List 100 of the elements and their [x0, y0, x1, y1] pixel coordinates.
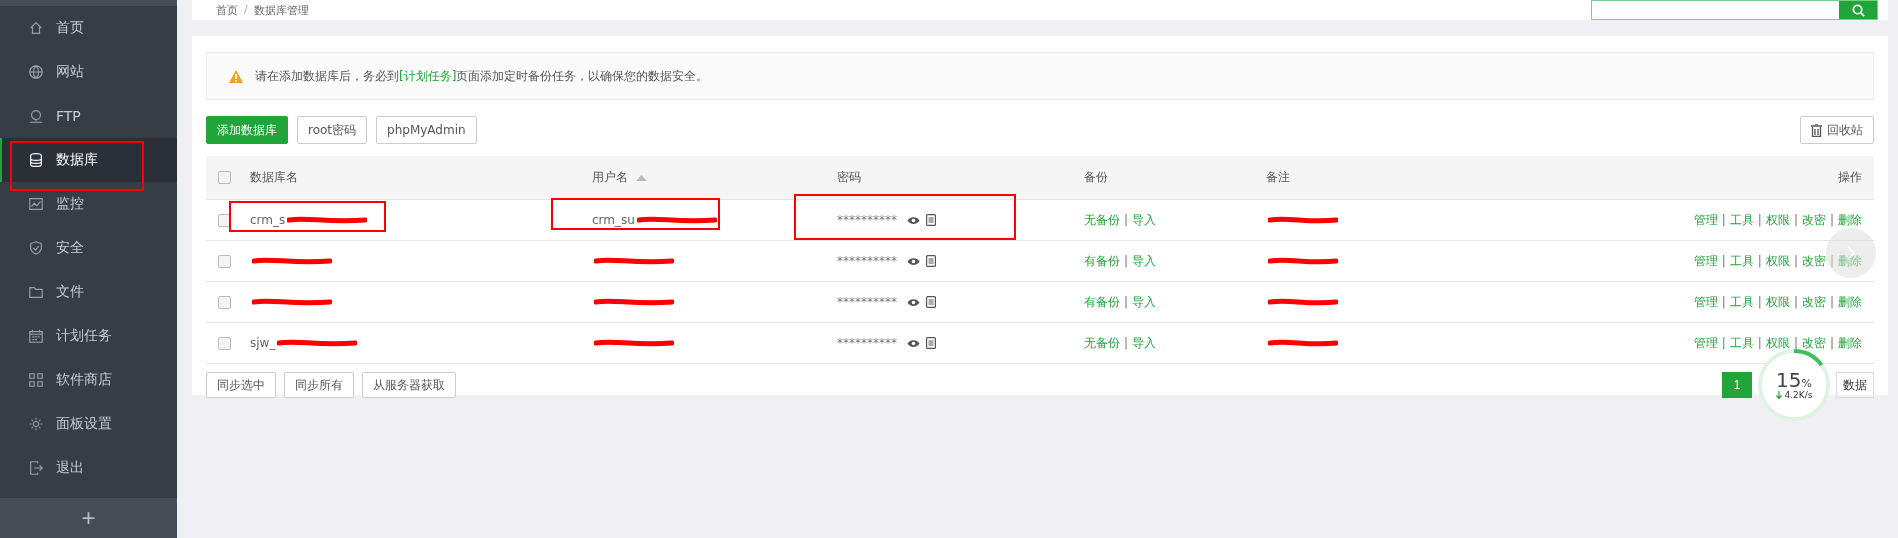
password-text: ********** [837, 254, 897, 268]
action-link[interactable]: 权限 [1765, 334, 1790, 352]
action-link[interactable]: 改密 [1801, 252, 1826, 270]
separator: | [1757, 254, 1762, 268]
search-button[interactable] [1839, 1, 1877, 19]
action-link[interactable]: 改密 [1801, 211, 1826, 229]
checkbox[interactable] [218, 254, 231, 268]
separator: | [1721, 213, 1726, 227]
separator: | [1829, 213, 1834, 227]
separator: | [1793, 336, 1798, 350]
page-button[interactable]: 1 [1722, 372, 1752, 398]
backup-link[interactable]: 有备份 [1084, 252, 1120, 270]
sidebar-item[interactable]: 退出 [0, 446, 177, 490]
notice-text: 请在添加数据库后，务必到[计划任务]页面添加定时备份任务，以确保您的数据安全。 [255, 67, 709, 85]
breadcrumb-item[interactable]: 首页 [216, 2, 238, 18]
password-text: ********** [837, 336, 897, 350]
separator: | [1757, 295, 1762, 309]
copy-icon[interactable] [926, 337, 936, 349]
breadcrumb-item[interactable]: 数据库管理 [253, 2, 309, 18]
copy-icon[interactable] [926, 214, 936, 226]
action-link[interactable]: 权限 [1765, 293, 1790, 311]
sidebar-item[interactable]: 监控 [0, 182, 177, 226]
sidebar-item[interactable]: FTP [0, 94, 177, 138]
column-header[interactable]: 备注 [1266, 169, 1626, 186]
column-header[interactable]: 数据库名 [250, 169, 592, 186]
toolbar-button[interactable]: root密码 [297, 116, 368, 144]
action-link[interactable]: 管理 [1693, 293, 1718, 311]
separator: | [1124, 254, 1129, 268]
backup-link[interactable]: 有备份 [1084, 293, 1120, 311]
import-link[interactable]: 导入 [1132, 334, 1157, 352]
copy-icon[interactable] [926, 255, 936, 267]
sort-icon [636, 174, 647, 181]
import-link[interactable]: 导入 [1132, 211, 1157, 229]
action-link[interactable]: 改密 [1801, 293, 1826, 311]
password-text: ********** [837, 295, 897, 309]
separator: | [1124, 336, 1129, 350]
sidebar-item[interactable]: 网站 [0, 50, 177, 94]
action-link[interactable]: 工具 [1729, 293, 1754, 311]
menu-icon [28, 416, 44, 432]
action-link[interactable]: 管理 [1693, 211, 1718, 229]
toolbar-button[interactable]: 添加数据库 [206, 116, 288, 144]
menu-icon [28, 108, 44, 124]
column-header[interactable]: 用户名 [592, 169, 837, 186]
schedule-link[interactable]: [计划任务] [399, 68, 457, 83]
action-link[interactable]: 删除 [1838, 211, 1862, 229]
column-header[interactable]: 备份 [1084, 169, 1266, 186]
sidebar-item[interactable]: 计划任务 [0, 314, 177, 358]
sidebar-item[interactable]: 首页 [0, 6, 177, 50]
rate-value: 4.2K/s [1784, 390, 1813, 400]
recycle-button[interactable]: 回收站 [1800, 116, 1874, 144]
import-link[interactable]: 导入 [1132, 252, 1157, 270]
checkbox[interactable] [218, 336, 231, 350]
toolbar-button[interactable]: phpMyAdmin [376, 116, 477, 144]
add-button[interactable]: + [0, 498, 177, 538]
menu-icon [28, 196, 44, 212]
separator: | [1124, 213, 1129, 227]
separator: | [1721, 336, 1726, 350]
eye-icon[interactable] [907, 256, 920, 266]
action-link[interactable]: 工具 [1729, 252, 1754, 270]
action-link[interactable]: 删除 [1838, 293, 1862, 311]
bulk-button[interactable]: 同步所有 [284, 372, 354, 398]
search-field[interactable] [1591, 0, 1878, 20]
action-link[interactable]: 管理 [1693, 252, 1718, 270]
breadcrumb-separator: / [244, 2, 248, 18]
copy-icon[interactable] [926, 296, 936, 308]
separator: | [1757, 213, 1762, 227]
action-link[interactable]: 权限 [1765, 252, 1790, 270]
checkbox[interactable] [218, 295, 231, 309]
backup-link[interactable]: 无备份 [1084, 334, 1120, 352]
menu-icon [28, 64, 44, 80]
table-cell: crm_s [250, 213, 286, 227]
action-link[interactable]: 改密 [1801, 334, 1826, 352]
sidebar-item[interactable]: 数据库 [0, 138, 177, 182]
action-link[interactable]: 权限 [1765, 211, 1790, 229]
backup-link[interactable]: 无备份 [1084, 211, 1120, 229]
separator: | [1793, 213, 1798, 227]
eye-icon[interactable] [907, 215, 920, 225]
menu-icon [28, 20, 44, 36]
separator: | [1757, 336, 1762, 350]
column-header[interactable]: 密码 [837, 169, 1084, 186]
bulk-button[interactable]: 从服务器获取 [362, 372, 456, 398]
bulk-button[interactable]: 同步选中 [206, 372, 276, 398]
sidebar-item[interactable]: 安全 [0, 226, 177, 270]
action-link[interactable]: 工具 [1729, 334, 1754, 352]
checkbox[interactable] [218, 171, 231, 184]
eye-icon[interactable] [907, 338, 920, 348]
column-header[interactable]: 操作 [1626, 169, 1862, 186]
import-link[interactable]: 导入 [1132, 293, 1157, 311]
sidebar-item[interactable]: 面板设置 [0, 402, 177, 446]
menu-icon [28, 240, 44, 256]
redaction-mark [1268, 339, 1338, 347]
action-link[interactable]: 删除 [1838, 334, 1862, 352]
action-link[interactable]: 删除 [1838, 252, 1862, 270]
eye-icon[interactable] [907, 297, 920, 307]
action-link[interactable]: 管理 [1693, 334, 1718, 352]
action-link[interactable]: 工具 [1729, 211, 1754, 229]
sidebar-item[interactable]: 软件商店 [0, 358, 177, 402]
record-count: 数据 [1836, 372, 1874, 398]
trash-icon [1811, 123, 1822, 137]
sidebar-item[interactable]: 文件 [0, 270, 177, 314]
